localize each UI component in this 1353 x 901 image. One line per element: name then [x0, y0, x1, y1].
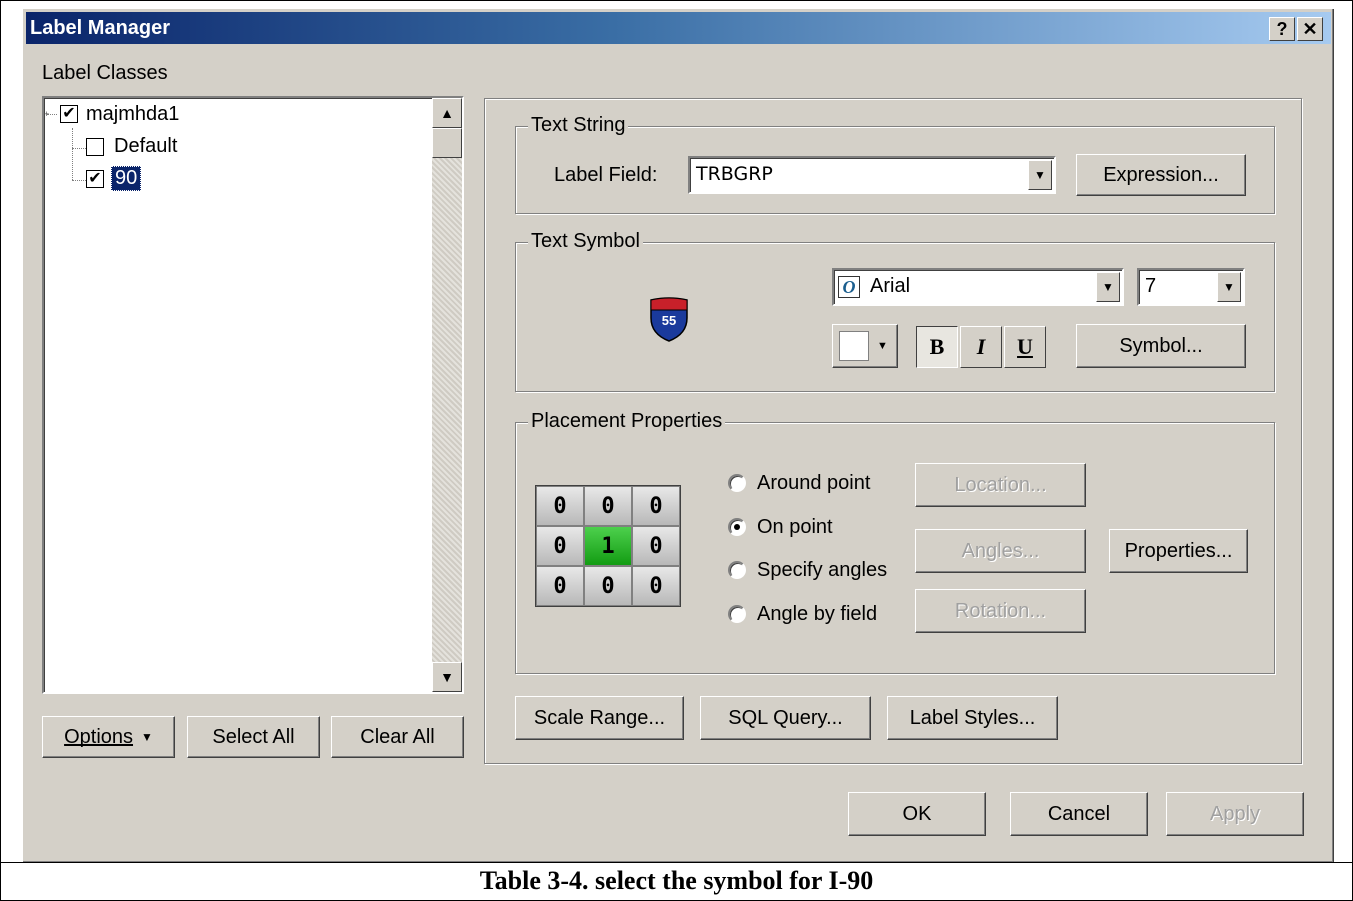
sql-query-button[interactable]: SQL Query...	[700, 696, 871, 740]
tree-item-90[interactable]: 90	[111, 166, 142, 191]
cancel-button[interactable]: Cancel	[1010, 792, 1148, 836]
label-styles-button[interactable]: Label Styles...	[887, 696, 1058, 740]
expression-button[interactable]: Expression...	[1076, 154, 1246, 196]
scroll-thumb[interactable]	[432, 128, 462, 158]
grid-cell[interactable]: 0	[585, 487, 631, 525]
rotation-button[interactable]: Rotation...	[915, 589, 1086, 633]
label-field-label: Label Field:	[554, 164, 658, 186]
dropdown-arrow-icon: ▼	[877, 340, 888, 352]
tree-item-majmhda1[interactable]: majmhda1	[86, 103, 179, 126]
options-label: Options	[64, 725, 134, 748]
window-title: Label Manager	[30, 17, 171, 39]
radio-angle-by-field[interactable]	[728, 605, 746, 623]
font-size-value: 7	[1145, 275, 1157, 297]
ok-button[interactable]: OK	[848, 792, 986, 836]
label-classes-heading: Label Classes	[42, 62, 168, 84]
checkbox-default[interactable]	[86, 138, 104, 156]
text-symbol-title: Text Symbol	[528, 230, 643, 253]
color-swatch	[839, 331, 869, 361]
shield-number: 55	[661, 313, 677, 328]
label-field-value: TRBGRP	[696, 163, 773, 185]
grid-cell[interactable]: 0	[537, 487, 583, 525]
options-button[interactable]: Options ▼	[42, 716, 175, 758]
bold-button[interactable]: B	[916, 326, 958, 368]
scroll-up-icon[interactable]: ▲	[432, 98, 462, 128]
font-select[interactable]: O Arial ▼	[832, 268, 1124, 306]
color-picker-button[interactable]: ▼	[832, 324, 898, 368]
underline-button[interactable]: U	[1004, 326, 1046, 368]
checkbox-majmhda1[interactable]: ✔	[60, 105, 78, 123]
grid-cell[interactable]: 0	[585, 567, 631, 605]
on-point-label[interactable]: On point	[757, 516, 833, 539]
tree-scrollbar[interactable]: ▲ ▼	[432, 98, 462, 692]
specify-angles-label[interactable]: Specify angles	[757, 559, 887, 582]
figure-caption: Table 3-4. select the symbol for I-90	[479, 866, 874, 895]
chevron-down-icon[interactable]: ▼	[1217, 272, 1241, 302]
radio-on-point[interactable]	[728, 518, 746, 536]
angle-by-field-label[interactable]: Angle by field	[757, 603, 877, 626]
tree-line	[72, 148, 86, 149]
font-value: Arial	[870, 275, 911, 297]
grid-cell[interactable]: 0	[537, 567, 583, 605]
placement-properties-title: Placement Properties	[528, 410, 726, 433]
grid-cell[interactable]: 0	[633, 487, 679, 525]
interstate-shield-preview: 55	[648, 296, 690, 342]
close-button[interactable]: ✕	[1297, 17, 1323, 41]
checkbox-90[interactable]: ✔	[86, 170, 104, 188]
clear-all-button[interactable]: Clear All	[331, 716, 464, 758]
scale-range-button[interactable]: Scale Range...	[515, 696, 684, 740]
scroll-down-icon[interactable]: ▼	[432, 662, 462, 692]
symbol-button[interactable]: Symbol...	[1076, 324, 1246, 368]
around-point-label[interactable]: Around point	[757, 472, 870, 495]
tree-expander-icon[interactable]: +	[44, 110, 51, 119]
radio-around-point[interactable]	[728, 474, 746, 492]
opentype-font-icon: O	[838, 276, 860, 298]
label-field-select[interactable]: TRBGRP ▼	[688, 156, 1056, 194]
select-all-button[interactable]: Select All	[187, 716, 320, 758]
title-bar: Label Manager ? ✕	[26, 12, 1331, 44]
tree-item-default[interactable]: Default	[114, 135, 177, 158]
apply-button[interactable]: Apply	[1166, 792, 1304, 836]
grid-cell[interactable]: 0	[537, 527, 583, 565]
text-string-title: Text String	[528, 114, 629, 137]
location-button[interactable]: Location...	[915, 463, 1086, 507]
caption-divider	[0, 862, 1353, 863]
placement-position-grid[interactable]: 0 0 0 0 1 0 0 0 0	[535, 485, 681, 607]
grid-cell-selected[interactable]: 1	[585, 527, 631, 565]
tree-line	[72, 128, 73, 180]
grid-cell[interactable]: 0	[633, 527, 679, 565]
chevron-down-icon[interactable]: ▼	[1028, 160, 1052, 190]
properties-button[interactable]: Properties...	[1109, 529, 1248, 573]
text-symbol-group: Text Symbol	[515, 230, 1275, 392]
radio-specify-angles[interactable]	[728, 561, 746, 579]
grid-cell[interactable]: 0	[633, 567, 679, 605]
italic-button[interactable]: I	[960, 326, 1002, 368]
font-size-select[interactable]: 7 ▼	[1137, 268, 1245, 306]
angles-button[interactable]: Angles...	[915, 529, 1086, 573]
chevron-down-icon[interactable]: ▼	[1096, 272, 1120, 302]
dropdown-arrow-icon: ▼	[141, 730, 153, 744]
help-button[interactable]: ?	[1269, 17, 1295, 41]
tree-line	[72, 180, 86, 181]
label-classes-tree[interactable]: + ✔ majmhda1 Default ✔ 90 ▲ ▼	[42, 96, 464, 694]
